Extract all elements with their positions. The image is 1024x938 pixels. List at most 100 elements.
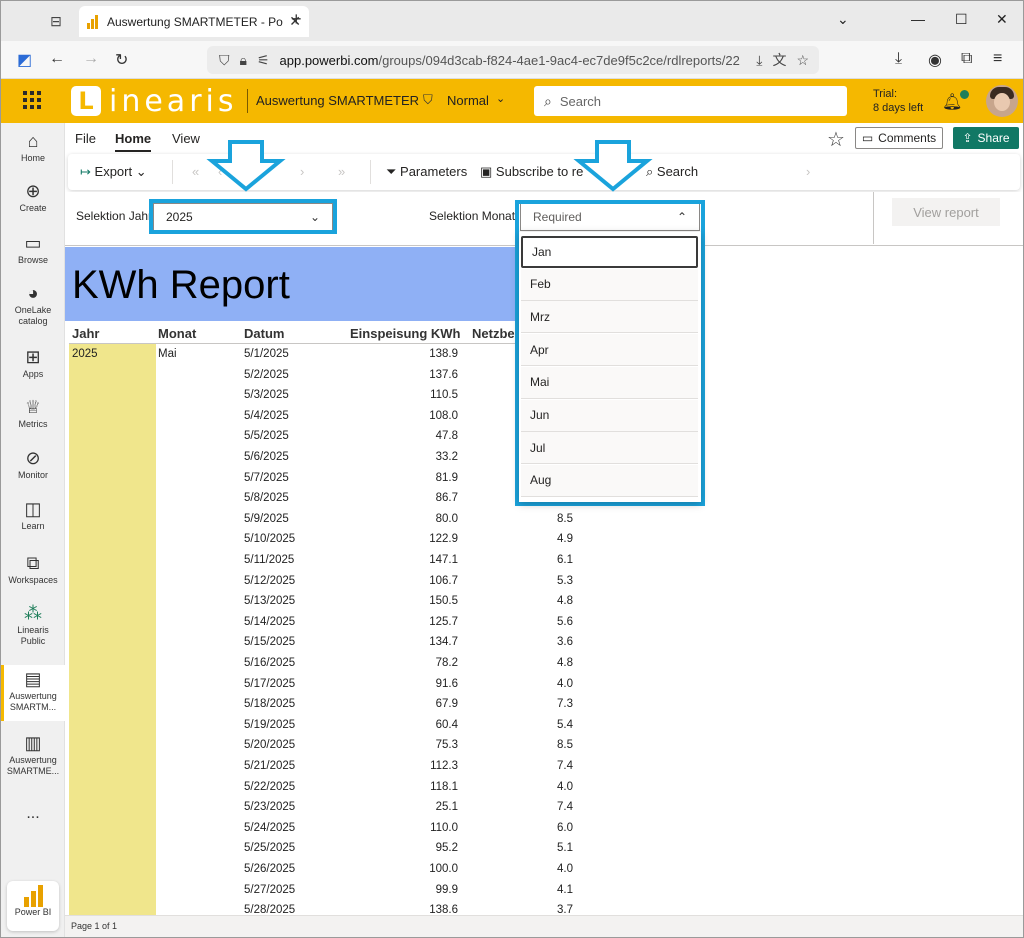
reload-icon[interactable]: ↻ xyxy=(115,50,128,70)
param-divider xyxy=(873,192,874,244)
parameters-button[interactable]: ⏷ Parameters xyxy=(386,164,467,180)
powerbi-header: L inearis Auswertung SMARTMETER ⛉ Normal… xyxy=(1,79,1023,123)
back-icon[interactable]: ← xyxy=(49,50,65,68)
rail-item-linearis-public[interactable]: ⁂ Linearis Public xyxy=(1,603,65,647)
cell-einspeisung: 67.9 xyxy=(435,698,458,710)
view-report-button[interactable]: View report xyxy=(892,198,1000,226)
cell-netzbezug: 4.8 xyxy=(557,657,573,669)
tracking-shield-icon[interactable]: ⛉ xyxy=(219,52,230,69)
toolbar-divider xyxy=(172,160,173,184)
rail-item-onelake[interactable]: ◕ OneLake catalog xyxy=(1,283,65,327)
month-option[interactable]: Feb xyxy=(521,268,698,301)
translate-icon[interactable]: 文 xyxy=(772,50,786,70)
powerbi-switcher[interactable]: Power BI xyxy=(7,881,59,931)
rail-item-report-open[interactable]: ▤ Auswertung SMARTM... xyxy=(1,665,65,721)
report-title: KWh Report xyxy=(72,263,290,307)
report-search-button[interactable]: ⌕ Search xyxy=(646,164,698,180)
report-title-banner: KWh Report xyxy=(65,247,517,321)
sidebar-toggle-icon[interactable]: ◩ xyxy=(17,50,32,70)
rail-item-home[interactable]: ⌂ Home xyxy=(1,131,65,164)
app-launcher-icon[interactable] xyxy=(23,91,41,109)
close-window-icon[interactable]: ✕ xyxy=(996,11,1008,28)
last-page-icon[interactable]: » xyxy=(338,164,345,179)
cell-einspeisung: 138.9 xyxy=(429,348,458,360)
cell-netzbezug: 4.0 xyxy=(557,678,573,690)
month-option[interactable]: Jul xyxy=(521,432,698,465)
favorite-star-icon[interactable]: ☆ xyxy=(827,127,845,152)
cell-datum: 5/3/2025 xyxy=(244,389,289,401)
more-options-icon[interactable]: ... xyxy=(1,805,65,823)
chevron-down-icon[interactable]: ⌄ xyxy=(496,92,505,105)
linearis-logo[interactable]: L inearis xyxy=(71,83,238,119)
rail-item-metrics[interactable]: ♕ Metrics xyxy=(1,397,65,430)
first-page-icon[interactable]: « xyxy=(192,164,199,179)
cell-datum: 5/26/2025 xyxy=(244,863,296,875)
status-bar: Page 1 of 1 xyxy=(65,915,1023,937)
share-button[interactable]: ⇪ Share xyxy=(953,127,1019,149)
address-bar: ◩ ← → ↻ ⛉ 🔒︎ ⚟ app.powerbi.com/groups/09… xyxy=(1,41,1023,79)
trial-status[interactable]: Trial: 8 days left xyxy=(873,87,923,115)
account-icon[interactable]: ◉ xyxy=(928,50,942,70)
month-option[interactable]: Aug xyxy=(521,464,698,497)
url-field[interactable]: ⛉ 🔒︎ ⚟ app.powerbi.com/groups/094d3cab-f… xyxy=(207,46,819,74)
report-search-label: Search xyxy=(656,164,699,179)
global-search-box[interactable]: ⌕ Search xyxy=(534,86,847,116)
cell-datum: 5/20/2025 xyxy=(244,739,296,751)
sensitivity-label[interactable]: Normal xyxy=(447,93,489,108)
search-next-icon[interactable]: › xyxy=(806,164,810,179)
tab-file[interactable]: File xyxy=(75,131,96,146)
downloads-icon[interactable]: ⤓ xyxy=(895,50,902,68)
next-page-icon[interactable]: › xyxy=(300,164,304,179)
new-tab-icon[interactable]: + xyxy=(291,9,302,30)
tab-actions-icon[interactable]: ⊟ xyxy=(45,11,67,31)
rail-item-workspaces[interactable]: ⧉ Workspaces xyxy=(1,553,65,586)
rail-item-apps[interactable]: ⊞ Apps xyxy=(1,347,65,380)
tab-title: Auswertung SMARTMETER - Po xyxy=(107,14,283,29)
rail-item-report-2[interactable]: ▥ Auswertung SMARTME... xyxy=(1,733,65,777)
maximize-icon[interactable]: ☐ xyxy=(955,11,968,28)
rail-item-create[interactable]: ⊕ Create xyxy=(1,181,65,214)
site-permissions-icon[interactable]: ⚟ xyxy=(257,52,270,69)
bookmark-star-icon[interactable]: ☆ xyxy=(796,52,809,69)
apps-icon: ⊞ xyxy=(25,347,41,367)
subscribe-button[interactable]: ▣ Subscribe to re xyxy=(480,164,583,180)
browser-menu-icon[interactable]: ≡ xyxy=(993,50,1002,68)
cell-einspeisung: 95.2 xyxy=(435,842,458,854)
forward-icon[interactable]: → xyxy=(83,50,99,68)
download-page-icon[interactable]: ⤓ xyxy=(756,52,762,69)
export-arrow-icon: ↦ xyxy=(80,164,91,179)
month-option[interactable]: Apr xyxy=(521,334,698,367)
extensions-icon[interactable]: ⧉ xyxy=(961,50,972,68)
tab-view[interactable]: View xyxy=(172,131,200,146)
month-option[interactable]: Mrz xyxy=(521,301,698,334)
header-divider xyxy=(247,89,248,113)
cell-datum: 5/27/2025 xyxy=(244,884,296,896)
left-navigation-rail: ⌂ Home ⊕ Create ▭ Browse ◕ OneLake catal… xyxy=(1,123,65,937)
rail-item-monitor[interactable]: ⊘ Monitor xyxy=(1,448,65,481)
cell-netzbezug: 4.9 xyxy=(557,533,573,545)
chevron-down-icon: ⌄ xyxy=(135,164,147,179)
workspace-group-icon: ⁂ xyxy=(24,603,42,623)
month-option[interactable]: Jun xyxy=(521,399,698,432)
comments-button[interactable]: ▭ Comments xyxy=(855,127,943,149)
avatar[interactable] xyxy=(986,85,1018,117)
logo-text: inearis xyxy=(109,83,238,119)
cell-einspeisung: 25.1 xyxy=(435,801,458,813)
cell-einspeisung: 122.9 xyxy=(429,533,458,545)
tab-list-chevron-icon[interactable]: ⌄ xyxy=(837,11,849,28)
cell-datum: 5/18/2025 xyxy=(244,698,296,710)
tab-home[interactable]: Home xyxy=(115,131,152,152)
cell-netzbezug: 4.0 xyxy=(557,781,573,793)
export-label: Export xyxy=(94,164,133,179)
trial-label: Trial: xyxy=(873,88,898,100)
minimize-icon[interactable]: — xyxy=(911,11,925,27)
lock-icon[interactable]: 🔒︎ xyxy=(240,52,247,69)
report-name[interactable]: Auswertung SMARTMETER xyxy=(256,93,419,108)
month-option[interactable]: Jan xyxy=(521,236,698,268)
rail-item-learn[interactable]: ◫ Learn xyxy=(1,499,65,532)
export-button[interactable]: ↦ Export ⌄ xyxy=(80,164,147,180)
month-option[interactable]: Mai xyxy=(521,366,698,399)
comments-label: Comments xyxy=(878,131,937,145)
rail-item-browse[interactable]: ▭ Browse xyxy=(1,233,65,266)
browser-tab[interactable]: Auswertung SMARTMETER - Po ✕ xyxy=(79,6,309,37)
